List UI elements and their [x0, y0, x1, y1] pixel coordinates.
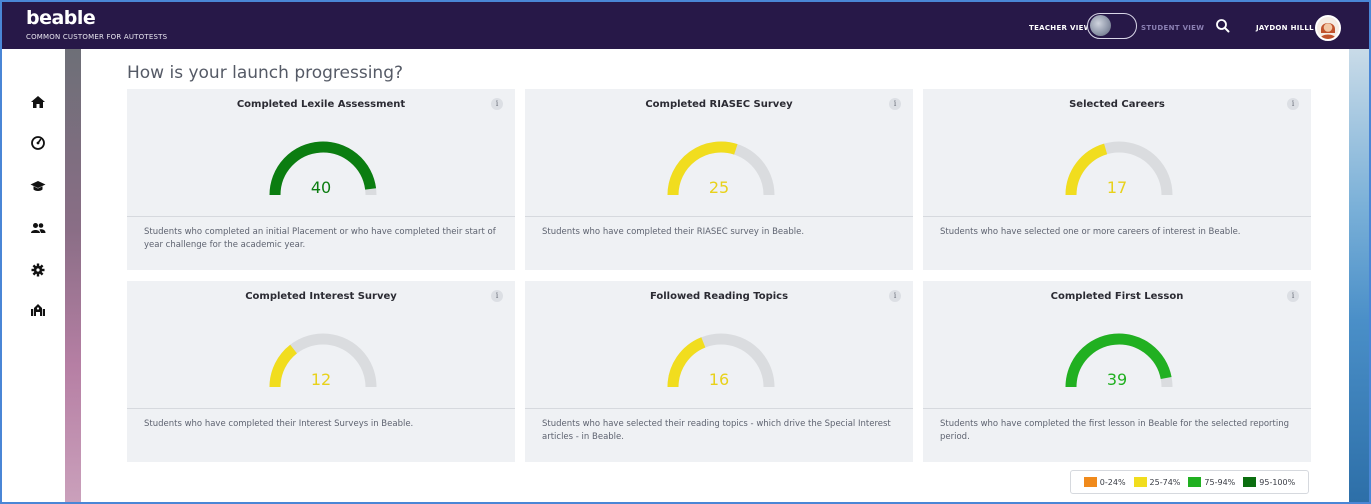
- gauge-value: 12: [310, 370, 332, 389]
- card-description: Students who have completed their Intere…: [144, 419, 414, 429]
- customer-name: COMMON CUSTOMER FOR AUTOTESTS: [26, 33, 168, 41]
- main-content: How is your launch progressing? Complete…: [81, 49, 1349, 502]
- info-icon[interactable]: i: [889, 290, 901, 302]
- info-icon[interactable]: i: [491, 290, 503, 302]
- card-description: Students who completed an initial Placem…: [144, 227, 496, 250]
- metric-card: Completed Lexile Assessment i 40 Students w…: [127, 89, 515, 270]
- search-icon[interactable]: [1214, 17, 1232, 35]
- metric-card: Completed First Lesson i 39 Students who ha…: [923, 281, 1311, 462]
- gauge-value: 17: [1106, 178, 1128, 197]
- metric-card: Completed RIASEC Survey i 25 Students who h…: [525, 89, 913, 270]
- legend-swatch: [1083, 477, 1097, 487]
- legend-label: 0-24%: [1099, 477, 1126, 487]
- background-image-left: [65, 49, 81, 502]
- card-title: Selected Careers: [1069, 99, 1165, 110]
- info-icon[interactable]: i: [1287, 290, 1299, 302]
- legend-label: 95-100%: [1259, 477, 1296, 487]
- card-description: Students who have completed their RIASEC…: [542, 227, 805, 237]
- info-icon[interactable]: i: [491, 98, 503, 110]
- legend: 0-24% 25-74% 75-94% 95-100%: [1070, 470, 1309, 494]
- card-title: Completed First Lesson: [1050, 291, 1184, 302]
- card-divider: [127, 216, 515, 217]
- gauge-value: 25: [708, 178, 730, 197]
- card-title: Completed Interest Survey: [245, 291, 397, 302]
- school-icon[interactable]: [30, 302, 46, 318]
- legend-item: 25-74%: [1133, 477, 1181, 487]
- top-bar: beable COMMON CUSTOMER FOR AUTOTESTS TEA…: [2, 2, 1369, 49]
- card-description: Students who have selected their reading…: [542, 419, 891, 442]
- gauge-value: 40: [310, 178, 332, 197]
- toggle-knob: [1090, 15, 1111, 36]
- card-divider: [127, 408, 515, 409]
- card-divider: [923, 408, 1311, 409]
- teacher-view-label[interactable]: TEACHER VIEW: [1029, 24, 1092, 32]
- legend-swatch: [1133, 477, 1147, 487]
- student-view-label[interactable]: STUDENT VIEW: [1141, 24, 1204, 32]
- page-title: How is your launch progressing?: [127, 63, 404, 83]
- graduation-cap-icon[interactable]: [30, 178, 46, 194]
- beable-logo[interactable]: beable: [26, 7, 96, 29]
- metric-card: Completed Interest Survey i 12 Students who…: [127, 281, 515, 462]
- background-image-right: [1349, 49, 1369, 502]
- user-avatar-icon: [1317, 17, 1339, 39]
- card-divider: [525, 408, 913, 409]
- gauge-value: 16: [708, 370, 730, 389]
- metric-card: Selected Careers i 17 Students who have sel…: [923, 89, 1311, 270]
- card-title: Completed RIASEC Survey: [645, 99, 793, 110]
- metric-card: Followed Reading Topics i 16 Students who h…: [525, 281, 913, 462]
- dashboard-icon[interactable]: [30, 135, 46, 151]
- sidebar: [2, 49, 65, 502]
- view-toggle[interactable]: [1087, 13, 1137, 39]
- legend-swatch: [1243, 477, 1257, 487]
- legend-item: 95-100%: [1243, 477, 1295, 487]
- card-divider: [525, 216, 913, 217]
- info-icon[interactable]: i: [889, 98, 901, 110]
- legend-label: 75-94%: [1204, 477, 1236, 487]
- gear-icon[interactable]: [30, 262, 46, 278]
- legend-label: 25-74%: [1149, 477, 1181, 487]
- card-description: Students who have completed the first le…: [940, 419, 1290, 442]
- home-icon[interactable]: [30, 94, 46, 110]
- card-title: Completed Lexile Assessment: [236, 99, 406, 110]
- avatar[interactable]: [1315, 15, 1341, 41]
- user-name[interactable]: JAYDON HILLL: [1256, 24, 1314, 32]
- legend-item: 0-24%: [1083, 477, 1126, 487]
- card-description: Students who have selected one or more c…: [940, 227, 1241, 237]
- card-divider: [923, 216, 1311, 217]
- legend-swatch: [1188, 477, 1202, 487]
- users-icon[interactable]: [30, 220, 46, 236]
- gauge-value: 39: [1106, 370, 1128, 389]
- legend-item: 75-94%: [1188, 477, 1235, 487]
- info-icon[interactable]: i: [1287, 98, 1299, 110]
- card-title: Followed Reading Topics: [649, 291, 789, 302]
